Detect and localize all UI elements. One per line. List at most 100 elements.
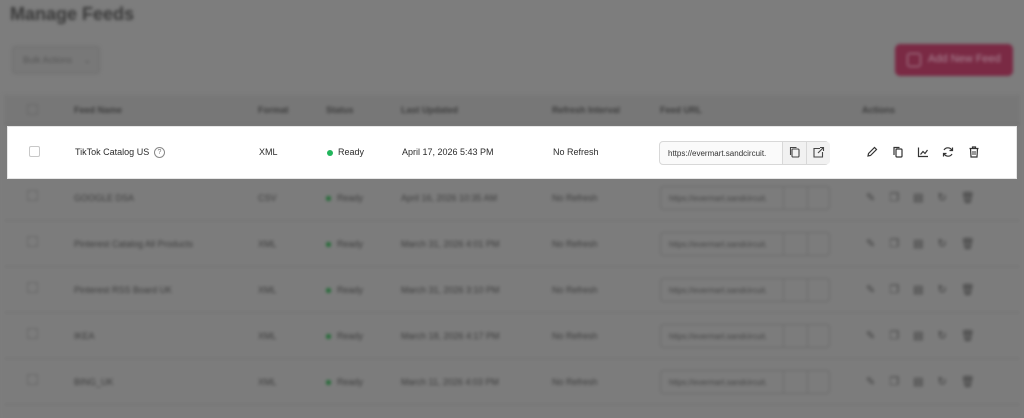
row-checkbox[interactable] [27,236,38,247]
feed-last-updated: April 16, 2026 10:35 AM [401,193,498,203]
open-external-button[interactable] [807,371,830,393]
header-refresh-interval[interactable]: Refresh Interval [552,105,620,115]
help-icon[interactable]: ? [154,147,165,158]
feed-name[interactable]: Pinterest Catalog All Products [74,239,193,249]
feed-last-updated: March 31, 2026 4:01 PM [401,239,500,249]
feed-status: Ready [337,285,364,295]
feed-last-updated: March 31, 2026 3:10 PM [401,285,500,295]
feed-url-text: https://evermart.sandcircuit. [669,194,768,203]
copy-icon [789,146,800,158]
download-button[interactable] [807,187,830,209]
feed-url-text: https://evermart.sandcircuit. [668,149,767,158]
feed-refresh-interval: No Refresh [552,285,598,295]
feed-url-field[interactable]: https://evermart.sandcircuit. [659,141,830,165]
feed-format: CSV [258,193,277,203]
feed-url-field[interactable]: https://evermart.sandcircuit. [660,278,830,302]
header-status[interactable]: Status [326,105,354,115]
bulk-actions-label: Bulk Actions [23,55,73,65]
header-feed-name[interactable]: Feed Name [74,105,122,115]
feed-format: XML [258,331,277,341]
highlighted-table-row: TikTok Catalog US ? XML Ready April 17, … [7,126,1017,179]
row-checkbox[interactable] [29,146,40,157]
row-checkbox[interactable] [27,190,38,201]
select-all-checkbox[interactable] [27,104,38,115]
feed-url-field[interactable]: https://evermart.sandcircuit. [660,186,830,210]
status-dot [326,288,331,293]
row-actions[interactable]: ✎❐▤↻🗑 [866,191,989,204]
status-dot [326,242,331,247]
open-external-button[interactable] [807,279,830,301]
row-actions[interactable]: ✎❐▤↻🗑 [866,329,989,342]
page-background: Manage Feeds Bulk Actions ⌄ Add New Feed… [0,0,1024,418]
open-external-icon [813,146,825,158]
chevron-down-icon: ⌄ [83,55,91,65]
status-dot [326,380,331,385]
row-actions[interactable]: ✎❐▤↻🗑 [866,375,989,388]
copy-url-button[interactable] [783,279,807,301]
feed-name[interactable]: TikTok Catalog US [75,147,149,157]
feed-last-updated: March 18, 2026 4:17 PM [401,331,500,341]
table-header: Feed Name Format Status Last Updated Ref… [4,95,1020,125]
copy-url-button[interactable] [783,325,807,347]
feed-name[interactable]: BING_UK [74,377,114,387]
feed-url-field[interactable]: https://evermart.sandcircuit. [660,370,830,394]
refresh-icon[interactable] [941,145,955,159]
add-new-feed-label: Add New Feed [928,53,1001,65]
duplicate-icon[interactable] [891,145,905,159]
trash-icon[interactable] [967,145,981,159]
header-feed-url: Feed URL [660,105,703,115]
row-checkbox[interactable] [27,328,38,339]
feed-name[interactable]: GOOGLE DSA [74,193,134,203]
feed-url-text: https://evermart.sandcircuit. [669,332,768,341]
copy-url-button[interactable] [783,187,807,209]
open-external-button[interactable] [807,233,830,255]
bulk-actions-select[interactable]: Bulk Actions ⌄ [12,46,100,74]
feed-format: XML [259,147,278,157]
header-format[interactable]: Format [258,105,289,115]
table-row: BING_UK XML Ready March 11, 2026 4:03 PM… [4,359,1020,405]
row-checkbox[interactable] [27,374,38,385]
copy-url-button[interactable] [782,142,806,164]
table-row: Pinterest Catalog All Products XML Ready… [4,221,1020,267]
feed-format: XML [258,239,277,249]
feed-status: Ready [337,377,364,387]
copy-url-button[interactable] [783,233,807,255]
feed-url-text: https://evermart.sandcircuit. [669,378,768,387]
feed-url-field[interactable]: https://evermart.sandcircuit. [660,232,830,256]
header-actions: Actions [862,105,896,115]
feed-name[interactable]: Pinterest RSS Board UK [74,285,172,295]
row-actions[interactable]: ✎❐▤↻🗑 [866,237,989,250]
status-dot [327,150,333,156]
chart-icon[interactable] [916,145,930,159]
feed-last-updated: April 17, 2026 5:43 PM [402,147,494,157]
open-external-button[interactable] [806,142,830,164]
edit-icon[interactable] [865,145,879,159]
plus-icon [907,53,921,67]
feed-refresh-interval: No Refresh [552,239,598,249]
feed-last-updated: March 11, 2026 4:03 PM [401,377,499,387]
copy-url-button[interactable] [783,371,807,393]
feed-name[interactable]: IKEA [74,331,95,341]
row-actions[interactable]: ✎❐▤↻🗑 [866,283,989,296]
feed-format: XML [258,285,277,295]
feed-url-field[interactable]: https://evermart.sandcircuit. [660,324,830,348]
status-dot [326,334,331,339]
feed-refresh-interval: No Refresh [553,147,599,157]
feed-status: Ready [337,239,364,249]
add-new-feed-button[interactable]: Add New Feed [895,44,1013,76]
feed-url-text: https://evermart.sandcircuit. [669,240,768,249]
feed-format: XML [258,377,277,387]
open-external-button[interactable] [807,325,830,347]
status-dot [326,196,331,201]
table-row: Pinterest RSS Board UK XML Ready March 3… [4,267,1020,313]
feed-status: Ready [337,331,364,341]
page-title: Manage Feeds [10,4,135,24]
feed-status: Ready [337,193,364,203]
header-last-updated[interactable]: Last Updated [401,105,458,115]
table-row: IKEA XML Ready March 18, 2026 4:17 PM No… [4,313,1020,359]
feed-refresh-interval: No Refresh [552,331,598,341]
table-row: GOOGLE DSA CSV Ready April 16, 2026 10:3… [4,175,1020,221]
row-checkbox[interactable] [27,282,38,293]
feed-status: Ready [338,147,365,157]
feed-refresh-interval: No Refresh [552,377,598,387]
